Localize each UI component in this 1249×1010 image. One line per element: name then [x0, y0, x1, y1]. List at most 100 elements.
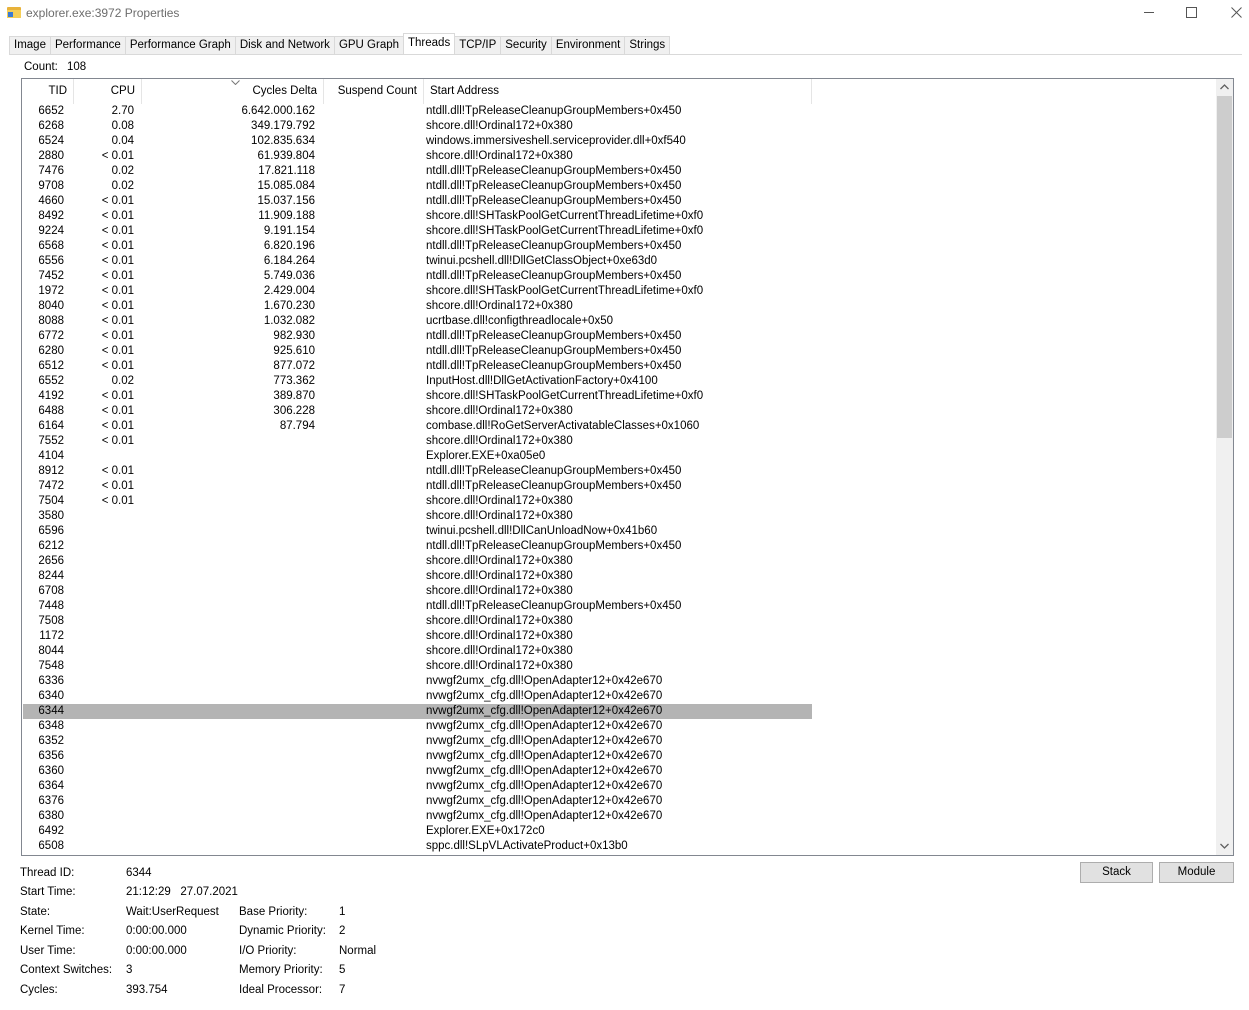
table-row[interactable]: 6568 < 0.01 6.820.196 ntdll.dll!TpReleaseCl… [23, 239, 1215, 254]
table-row[interactable]: 6492 Explorer.EXE+0x172c0 [23, 824, 1215, 839]
cell-start-address: ntdll.dll!TpReleaseCleanupGroupMembers+0… [426, 465, 682, 477]
table-row[interactable]: 6164 < 0.01 87.794 combase.dll!RoGetServerA… [23, 419, 1215, 434]
cell-tid: 6552 [38, 375, 64, 387]
table-row[interactable]: 7452 < 0.01 5.749.036 ntdll.dll!TpReleaseCl… [23, 269, 1215, 284]
table-row[interactable]: 9224 < 0.01 9.191.154 shcore.dll!SHTaskPool… [23, 224, 1215, 239]
cell-start-address: shcore.dll!Ordinal172+0x380 [426, 555, 573, 567]
table-row[interactable]: 6364 nvwgf2umx_cfg.dll!OpenAdapter12+0x42… [23, 779, 1215, 794]
table-row[interactable]: 7448 ntdll.dll!TpReleaseCleanupGroupMembe… [23, 599, 1215, 614]
column-header-start-address[interactable]: Start Address [424, 79, 812, 104]
scrollbar-thumb[interactable] [1217, 96, 1232, 438]
table-row[interactable]: 6380 nvwgf2umx_cfg.dll!OpenAdapter12+0x42… [23, 809, 1215, 824]
table-row[interactable]: 6280 < 0.01 925.610 ntdll.dll!TpReleaseClea… [23, 344, 1215, 359]
table-row[interactable]: 6360 nvwgf2umx_cfg.dll!OpenAdapter12+0x42… [23, 764, 1215, 779]
table-row[interactable]: 8088 < 0.01 1.032.082 ucrtbase.dll!configth… [23, 314, 1215, 329]
tab-tcpip[interactable]: TCP/IP [455, 36, 501, 55]
table-row[interactable]: 8040 < 0.01 1.670.230 shcore.dll!Ordinal172… [23, 299, 1215, 314]
cell-suspend-count [325, 704, 423, 719]
table-row[interactable]: 1972 < 0.01 2.429.004 shcore.dll!SHTaskPool… [23, 284, 1215, 299]
tab-disk-and-network[interactable]: Disk and Network [234, 36, 334, 55]
cell-start-address: shcore.dll!SHTaskPoolGetCurrentThreadLif… [426, 225, 704, 237]
table-row[interactable]: 7476 0.02 17.821.118 ntdll.dll!TpReleaseCle… [23, 164, 1215, 179]
table-row[interactable]: 6376 nvwgf2umx_cfg.dll!OpenAdapter12+0x42… [23, 794, 1215, 809]
tab-performance-graph[interactable]: Performance Graph [124, 36, 235, 55]
table-row[interactable]: 7552 < 0.01 shcore.dll!Ordinal172+0x380 [23, 434, 1215, 449]
vertical-scrollbar[interactable] [1216, 79, 1233, 855]
tab-environment[interactable]: Environment [550, 36, 625, 55]
table-row[interactable]: 6212 ntdll.dll!TpReleaseCleanupGroupMembe… [23, 539, 1215, 554]
table-row[interactable]: 6356 nvwgf2umx_cfg.dll!OpenAdapter12+0x42… [23, 749, 1215, 764]
cell-cycles-delta [143, 464, 315, 479]
table-row[interactable]: 7472 < 0.01 ntdll.dll!TpReleaseCleanupGrou… [23, 479, 1215, 494]
cell-tid: 6556 [38, 255, 64, 267]
table-row[interactable]: 6596 twinui.pcshell.dll!DllCanUnloadNow+0… [23, 524, 1215, 539]
module-button[interactable]: Module [1159, 862, 1234, 883]
table-row[interactable]: 6336 nvwgf2umx_cfg.dll!OpenAdapter12+0x42… [23, 674, 1215, 689]
table-row[interactable]: 4192 < 0.01 389.870 shcore.dll!SHTaskPoolGe… [23, 389, 1215, 404]
table-row[interactable]: 7508 shcore.dll!Ordinal172+0x380 [23, 614, 1215, 629]
column-header-cpu[interactable]: CPU [74, 79, 142, 104]
cell-tid: 7452 [38, 270, 64, 282]
table-row[interactable]: 3580 shcore.dll!Ordinal172+0x380 [23, 509, 1215, 524]
table-row[interactable]: 6552 0.02 773.362 InputHost.dll!DllGetActiv… [23, 374, 1215, 389]
minimize-icon[interactable] [1127, 0, 1173, 26]
table-row[interactable]: 6524 0.04 102.835.634 windows.immersiveshel… [23, 134, 1215, 149]
table-row[interactable]: 2880 < 0.01 61.939.804 shcore.dll!Ordinal17… [23, 149, 1215, 164]
tab-threads[interactable]: Threads [403, 33, 456, 55]
table-row[interactable]: 4660 < 0.01 15.037.156 ntdll.dll!TpReleaseC… [23, 194, 1215, 209]
table-row[interactable]: 6352 nvwgf2umx_cfg.dll!OpenAdapter12+0x42… [23, 734, 1215, 749]
column-header-suspend-count[interactable]: Suspend Count [324, 79, 424, 104]
cell-suspend-count [325, 224, 423, 239]
tab-strings[interactable]: Strings [624, 36, 671, 55]
table-row[interactable]: 6508 sppc.dll!SLpVLActivateProduct+0x13b0 [23, 839, 1215, 854]
table-row[interactable]: 6652 2.70 6.642.000.162 ntdll.dll!TpRelease… [23, 104, 1215, 119]
table-row[interactable]: 6348 nvwgf2umx_cfg.dll!OpenAdapter12+0x42… [23, 719, 1215, 734]
cell-start-address: shcore.dll!Ordinal172+0x380 [426, 615, 573, 627]
threads-list[interactable]: TID CPU Cycles Delta Suspend Count Start… [21, 78, 1234, 856]
maximize-icon[interactable] [1169, 0, 1215, 26]
table-row[interactable]: 6344 nvwgf2umx_cfg.dll!OpenAdapter12+0x42… [23, 704, 1215, 719]
tab-performance[interactable]: Performance [49, 36, 125, 55]
start-time-value: 21:12:29 27.07.2021 [126, 886, 238, 898]
table-row[interactable]: 2656 shcore.dll!Ordinal172+0x380 [23, 554, 1215, 569]
cell-tid: 8040 [38, 300, 64, 312]
table-row[interactable]: 6512 < 0.01 877.072 ntdll.dll!TpReleaseClea… [23, 359, 1215, 374]
table-row[interactable]: 6708 shcore.dll!Ordinal172+0x380 [23, 584, 1215, 599]
table-row[interactable]: 8912 < 0.01 ntdll.dll!TpReleaseCleanupGrou… [23, 464, 1215, 479]
table-row[interactable]: 6772 < 0.01 982.930 ntdll.dll!TpReleaseClea… [23, 329, 1215, 344]
column-header-tid[interactable]: TID [22, 79, 74, 104]
stack-button[interactable]: Stack [1080, 862, 1153, 883]
cell-tid: 6212 [38, 540, 64, 552]
table-row[interactable]: 7548 shcore.dll!Ordinal172+0x380 [23, 659, 1215, 674]
table-row[interactable]: 8244 shcore.dll!Ordinal172+0x380 [23, 569, 1215, 584]
cell-cpu [77, 824, 134, 839]
table-row[interactable]: 7504 < 0.01 shcore.dll!Ordinal172+0x380 [23, 494, 1215, 509]
scroll-down-icon[interactable] [1216, 838, 1233, 855]
table-row[interactable]: 8044 shcore.dll!Ordinal172+0x380 [23, 644, 1215, 659]
tab-security[interactable]: Security [500, 36, 551, 55]
io-priority-value: Normal [339, 945, 377, 957]
cell-cycles-delta: 1.032.082 [263, 315, 315, 327]
close-icon[interactable] [1214, 0, 1249, 26]
cell-cpu [77, 539, 134, 554]
table-row[interactable]: 6556 < 0.01 6.184.264 twinui.pcshell.dll!Dl… [23, 254, 1215, 269]
table-row[interactable]: 8492 < 0.01 11.909.188 shcore.dll!SHTaskPoo… [23, 209, 1215, 224]
tab-gpu-graph[interactable]: GPU Graph [333, 36, 404, 55]
cell-cpu [77, 719, 134, 734]
table-row[interactable]: 6488 < 0.01 306.228 shcore.dll!Ordinal172+0… [23, 404, 1215, 419]
table-row[interactable]: 1172 shcore.dll!Ordinal172+0x380 [23, 629, 1215, 644]
table-row[interactable]: 4104 Explorer.EXE+0xa05e0 [23, 449, 1215, 464]
cell-cpu [77, 599, 134, 614]
cell-cycles-delta [143, 734, 315, 749]
tab-image[interactable]: Image [9, 36, 50, 55]
cell-cpu: < 0.01 [101, 465, 134, 477]
cell-cpu [77, 509, 134, 524]
table-row[interactable]: 9708 0.02 15.085.084 ntdll.dll!TpReleaseCle… [23, 179, 1215, 194]
table-row[interactable]: 6268 0.08 349.179.792 shcore.dll!Ordinal172… [23, 119, 1215, 134]
cell-start-address: shcore.dll!Ordinal172+0x380 [426, 510, 573, 522]
table-row[interactable]: 6340 nvwgf2umx_cfg.dll!OpenAdapter12+0x42… [23, 689, 1215, 704]
cell-cpu [77, 614, 134, 629]
cell-start-address: twinui.pcshell.dll!DllGetClassObject+0xe… [426, 255, 658, 267]
scroll-up-icon[interactable] [1216, 79, 1233, 96]
cell-start-address: nvwgf2umx_cfg.dll!OpenAdapter12+0x42e670 [426, 750, 663, 762]
